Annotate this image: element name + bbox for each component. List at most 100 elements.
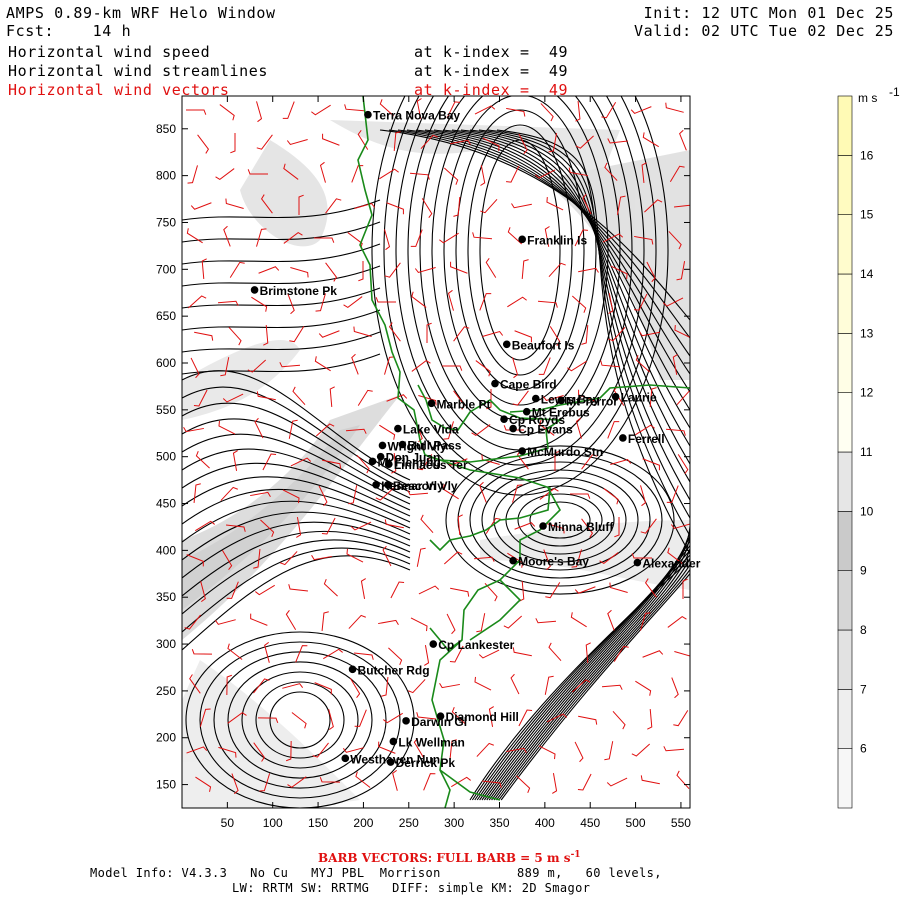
station-dot — [368, 457, 377, 466]
x-tick-label: 50 — [221, 816, 235, 830]
station-label: Cp Evans — [518, 423, 573, 437]
station: Lk Wellman — [389, 735, 465, 749]
station-label: Diamond Hill — [446, 710, 519, 724]
station-dot — [348, 665, 357, 674]
x-tick-label: 250 — [399, 816, 419, 830]
x-tick-label: 150 — [308, 816, 328, 830]
colorbar-unit: m s — [858, 91, 877, 105]
colorbar-label: 8 — [860, 623, 867, 637]
colorbar-label: 11 — [860, 445, 873, 459]
colorbar-bin — [837, 273, 853, 334]
colorbar-bin — [837, 333, 853, 393]
station: Marble Pt — [427, 397, 490, 411]
station-dot — [539, 522, 547, 530]
colorbar: 6 7 8 9 10 11 12 13 14 15 16 m s -1 — [837, 85, 900, 809]
y-tick-label: 300 — [156, 637, 176, 651]
station-dot — [633, 558, 642, 567]
y-tick-label: 250 — [156, 684, 176, 698]
colorbar-label: 9 — [860, 564, 867, 578]
station-dot — [372, 480, 380, 489]
station-label: Butcher Rdg — [358, 663, 430, 677]
colorbar-bin — [837, 392, 853, 453]
station-label: Beacon Vly — [393, 479, 458, 493]
colorbar-unit-exp: -1 — [889, 85, 900, 99]
colorbar-label: 6 — [860, 742, 867, 756]
station-dot — [509, 424, 517, 433]
station-dot — [398, 440, 407, 449]
station-label: Cp Lankester — [438, 638, 514, 652]
x-tick-label: 100 — [263, 816, 283, 830]
barb-vector-note-text: BARB VECTORS: FULL BARB = 5 m s — [318, 851, 571, 865]
colorbar-bin — [837, 451, 853, 512]
station: Linnaeus Ter — [385, 458, 468, 472]
station: Butcher Rdg — [348, 663, 430, 677]
station: Moore's Bay — [509, 555, 589, 569]
station-dot — [531, 394, 540, 403]
station-dot — [378, 441, 387, 450]
station-dot — [436, 712, 445, 720]
colorbar-label: 13 — [860, 326, 874, 340]
station-dot — [402, 717, 410, 725]
y-tick-label: 450 — [156, 497, 176, 511]
x-tick-label: 550 — [671, 816, 691, 830]
y-tick-label: 700 — [156, 262, 176, 276]
colorbar-bin — [837, 689, 853, 749]
station-label: Lk Wellman — [398, 735, 464, 749]
station: Brimstone Pk — [250, 284, 338, 298]
station: Cape Bird — [491, 378, 557, 392]
station-label: Derrick Pk — [396, 756, 456, 770]
colorbar-label: 15 — [860, 208, 874, 222]
station-label: Minna Bluff — [548, 520, 614, 534]
y-tick-label: 200 — [156, 731, 176, 745]
model-info-line-1: Model Info: V4.3.3 No Cu MYJ PBL Morriso… — [90, 866, 662, 880]
station-label: Ferrell — [628, 432, 665, 446]
station-dot — [250, 286, 259, 294]
colorbar-bin — [837, 95, 853, 156]
station: Lake Vida — [394, 423, 459, 437]
station: Diamond Hill — [436, 710, 519, 724]
y-tick-label: 850 — [156, 122, 176, 136]
colorbar-label: 16 — [860, 148, 874, 162]
station: Franklin Is — [518, 233, 588, 247]
station-label: Terra Nova Bay — [373, 109, 460, 123]
y-tick-label: 400 — [156, 543, 176, 557]
colorbar-bin — [837, 629, 853, 690]
station: McMurdo Stn — [518, 445, 603, 459]
station: Terra Nova Bay — [364, 109, 460, 123]
colorbar-label: 10 — [860, 504, 874, 518]
station-label: Mt Erebus — [532, 406, 590, 420]
station-label: Brimstone Pk — [260, 284, 338, 298]
station-dot — [502, 340, 511, 349]
station-label: Linnaeus Ter — [394, 458, 468, 472]
station-dot — [389, 737, 398, 746]
station: Derrick Pk — [386, 756, 456, 770]
x-tick-label: 500 — [626, 816, 646, 830]
station: Beacon Vly — [384, 479, 458, 493]
station-label: Cape Bird — [500, 378, 557, 392]
colorbar-label: 12 — [860, 386, 874, 400]
colorbar-label: 14 — [860, 267, 874, 281]
station-dot — [394, 424, 402, 433]
x-tick-label: 350 — [489, 816, 509, 830]
station-dot — [500, 415, 508, 424]
colorbar-bin — [837, 511, 853, 571]
station: Cp Evans — [509, 423, 573, 437]
model-info-line-2: LW: RRTM SW: RRTMG DIFF: simple KM: 2D S… — [232, 881, 591, 895]
x-tick-label: 450 — [580, 816, 600, 830]
station-dot — [364, 110, 372, 119]
station: Beaufort Is — [502, 338, 575, 352]
station-label: Laurie — [621, 391, 657, 405]
colorbar-label: 7 — [860, 682, 867, 696]
station-label: Beaufort Is — [512, 338, 575, 352]
station-dot — [619, 434, 627, 442]
station-dot — [385, 460, 393, 468]
station-dot — [341, 754, 350, 763]
station-label: Moore's Bay — [518, 555, 589, 569]
station-dot — [384, 480, 392, 489]
station-dot — [522, 407, 531, 416]
barb-vector-note: BARB VECTORS: FULL BARB = 5 m s-1 — [318, 850, 581, 865]
station: Mt Erebus — [522, 406, 590, 420]
station: Alexander — [633, 557, 701, 571]
station-label: Alexander — [642, 557, 700, 571]
station-dot — [518, 447, 526, 455]
